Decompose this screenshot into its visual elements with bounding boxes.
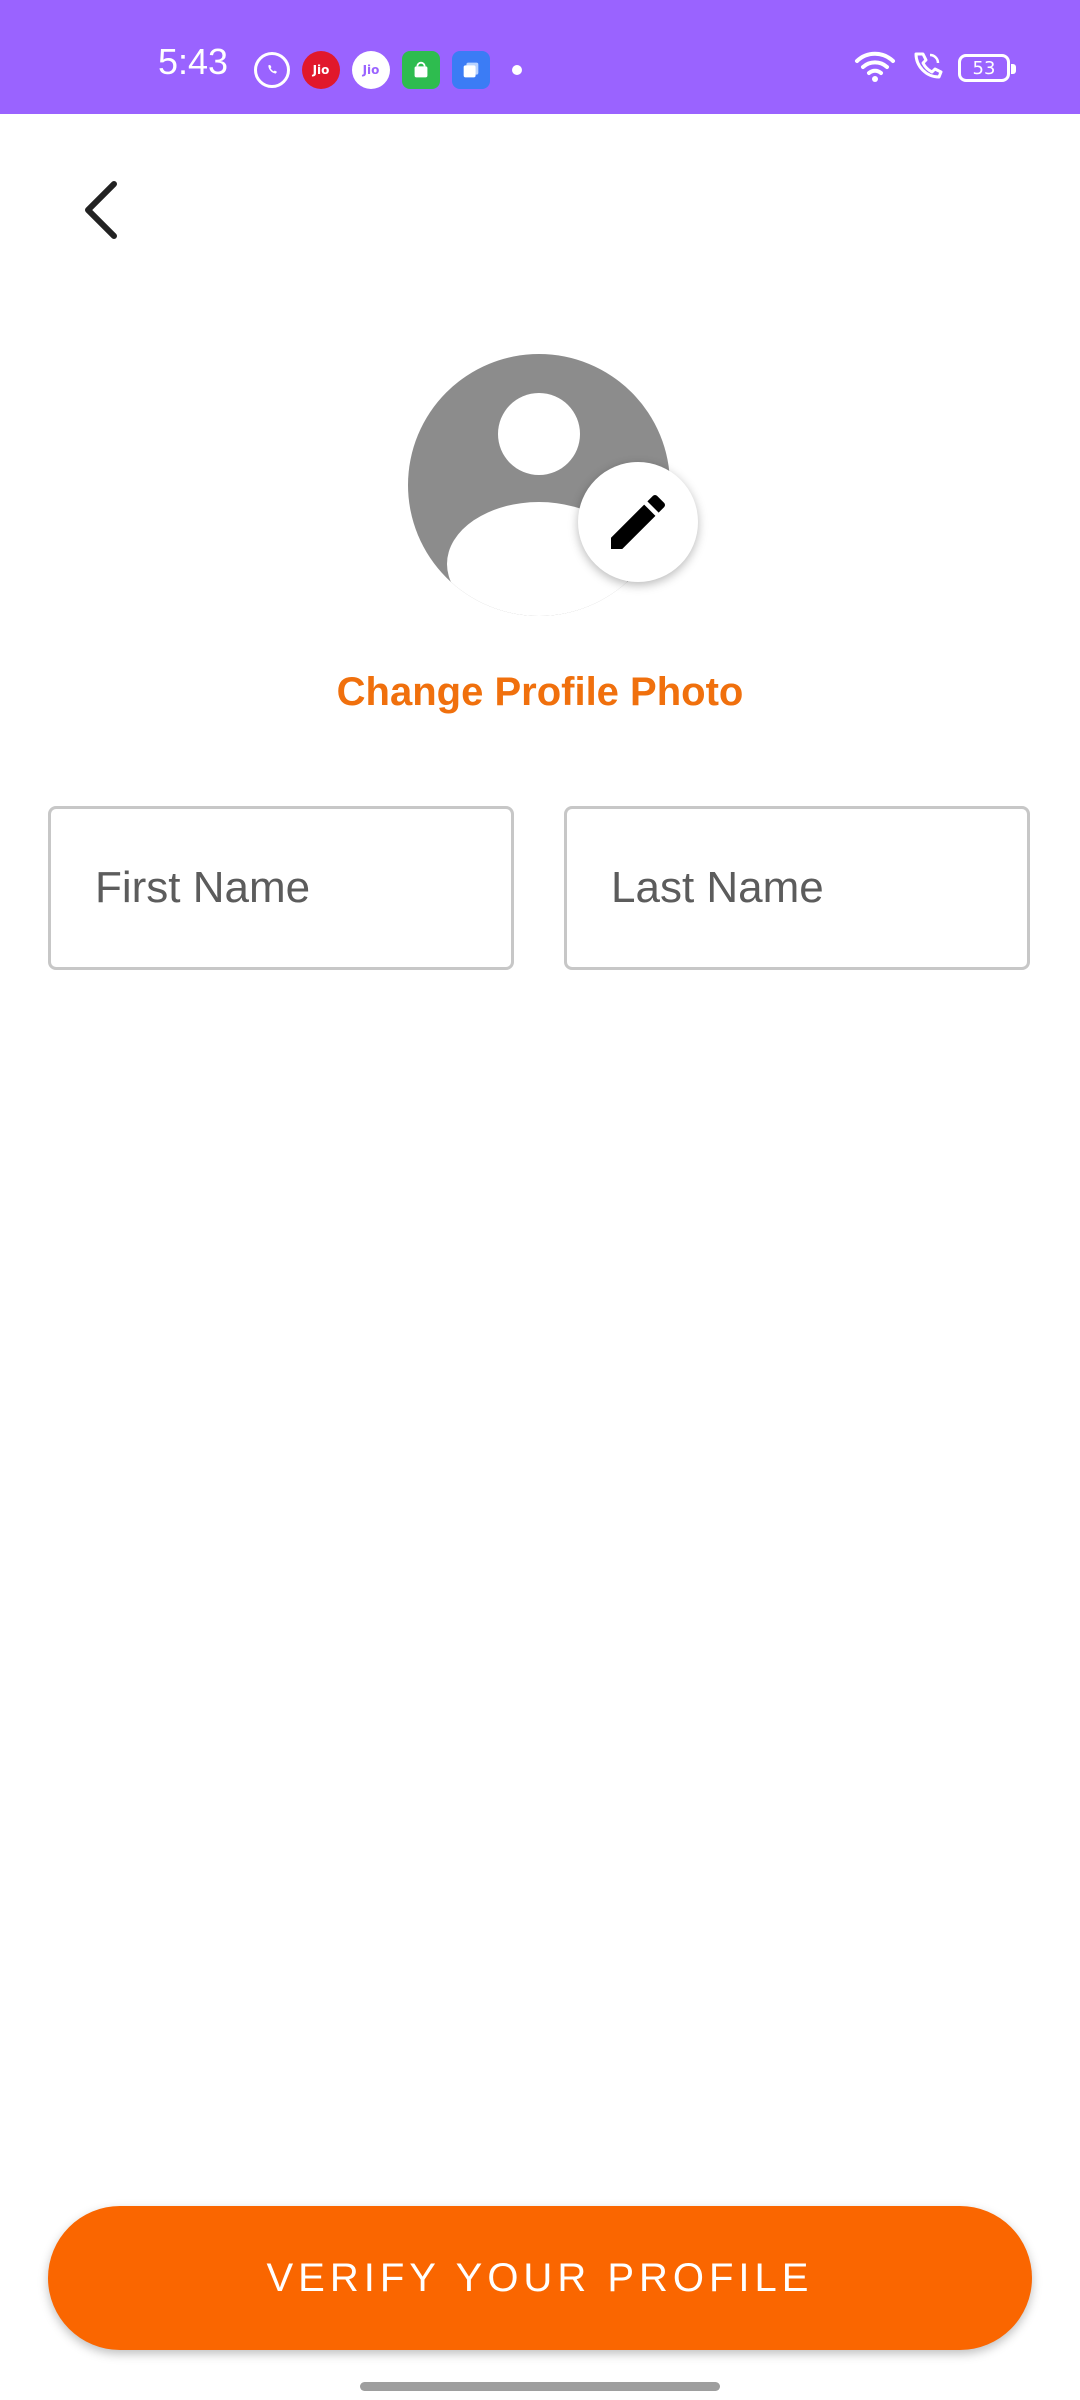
home-gesture-bar[interactable] [360,2382,720,2391]
status-bar: 5:43 Jio Jio 53 [0,0,1080,114]
first-name-input[interactable] [48,806,514,970]
chevron-left-icon [85,181,117,239]
green-app-icon [402,51,440,89]
verify-profile-button[interactable]: VERIFY YOUR PROFILE [48,2206,1032,2350]
edit-profile-screen: 5:43 Jio Jio 53 Change Profile Photo Fir… [0,0,1080,2400]
last-name-input[interactable] [564,806,1030,970]
blue-app-icon [452,51,490,89]
battery-icon: 53 [958,54,1016,82]
pencil-icon [611,494,666,549]
more-notifications-dot [512,65,522,75]
change-profile-photo-link[interactable]: Change Profile Photo [0,664,1080,720]
edit-photo-button[interactable] [578,462,698,582]
jio-white-icon: Jio [352,51,390,89]
jio-red-icon: Jio [302,51,340,89]
status-time: 5:43 [158,41,229,82]
back-button[interactable] [60,170,140,250]
system-status-icons: 53 [854,48,1016,88]
notification-icons: Jio Jio [254,50,522,90]
whatsapp-icon [254,52,290,88]
wifi-icon [854,49,896,88]
wifi-call-icon [910,49,944,88]
